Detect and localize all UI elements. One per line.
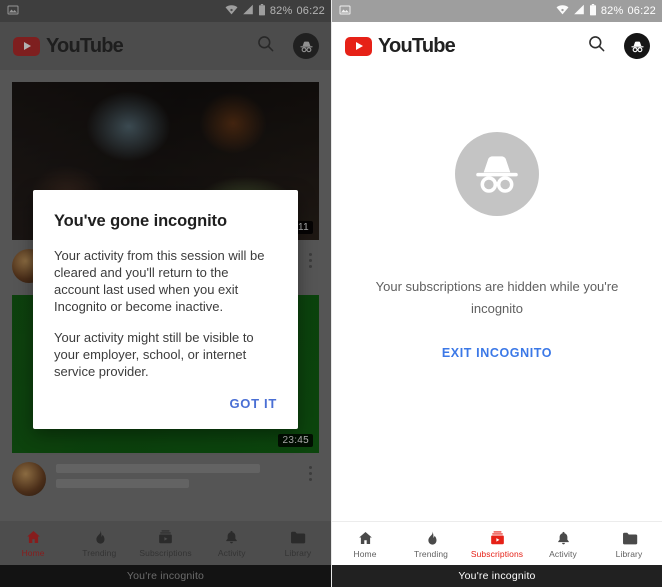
- image-icon: [339, 4, 351, 19]
- incognito-hat-glasses-icon: [455, 132, 539, 216]
- empty-state-message: Your subscriptions are hidden while you'…: [375, 279, 619, 316]
- incognito-banner-text: You're incognito: [458, 570, 536, 582]
- trending-flame-icon: [424, 529, 439, 546]
- wifi-icon: [556, 4, 569, 18]
- dialog-title: You've gone incognito: [54, 212, 227, 230]
- nav-label-trending: Trending: [413, 548, 449, 559]
- status-bar: 82% 06:22: [332, 0, 662, 22]
- dialog-body: Your activity from this session will be …: [54, 247, 277, 380]
- bell-icon: [556, 529, 571, 546]
- got-it-button[interactable]: GOT IT: [229, 396, 277, 411]
- nav-item-home[interactable]: Home: [332, 529, 398, 559]
- dialog-paragraph-1: Your activity from this session will be …: [54, 248, 265, 314]
- clock: 06:22: [627, 5, 656, 17]
- search-icon[interactable]: [587, 34, 606, 58]
- signal-icon: [573, 4, 585, 18]
- incognito-banner: You're incognito: [332, 565, 662, 587]
- exit-incognito-button[interactable]: EXIT INCOGNITO: [442, 346, 552, 360]
- bottom-navigation: Home Trending Subscriptions Activity Lib…: [332, 521, 662, 565]
- dialog-paragraph-2: Your activity might still be visible to …: [54, 330, 254, 379]
- nav-label-subscriptions: Subscriptions: [470, 548, 524, 559]
- nav-label-activity: Activity: [549, 548, 577, 559]
- battery-icon: [589, 3, 597, 19]
- youtube-logo[interactable]: YouTube: [345, 34, 456, 58]
- nav-item-subscriptions[interactable]: Subscriptions: [464, 529, 530, 559]
- subscriptions-empty-state: Your subscriptions are hidden while you'…: [332, 70, 662, 543]
- youtube-play-icon: [345, 36, 372, 56]
- incognito-avatar-icon[interactable]: [624, 33, 650, 59]
- nav-item-activity[interactable]: Activity: [530, 529, 596, 559]
- left-phone-screen: 82% 06:22 YouTube 11 23:45 You've gone i…: [0, 0, 331, 587]
- dual-screenshot-container: 82% 06:22 YouTube 11 23:45 You've gone i…: [0, 0, 662, 587]
- app-bar: YouTube: [332, 22, 662, 70]
- nav-item-trending[interactable]: Trending: [398, 529, 464, 559]
- youtube-wordmark: YouTube: [378, 34, 456, 57]
- nav-label-library: Library: [615, 548, 643, 559]
- incognito-dialog: You've gone incognito Your activity from…: [33, 190, 298, 429]
- nav-label-home: Home: [353, 548, 377, 559]
- right-phone-screen: 82% 06:22 YouTube Your subscriptions are…: [331, 0, 662, 587]
- library-folder-icon: [621, 529, 638, 546]
- subscriptions-icon: [489, 529, 506, 546]
- battery-percent: 82%: [600, 5, 624, 17]
- nav-item-library[interactable]: Library: [596, 529, 662, 559]
- home-icon: [357, 529, 374, 546]
